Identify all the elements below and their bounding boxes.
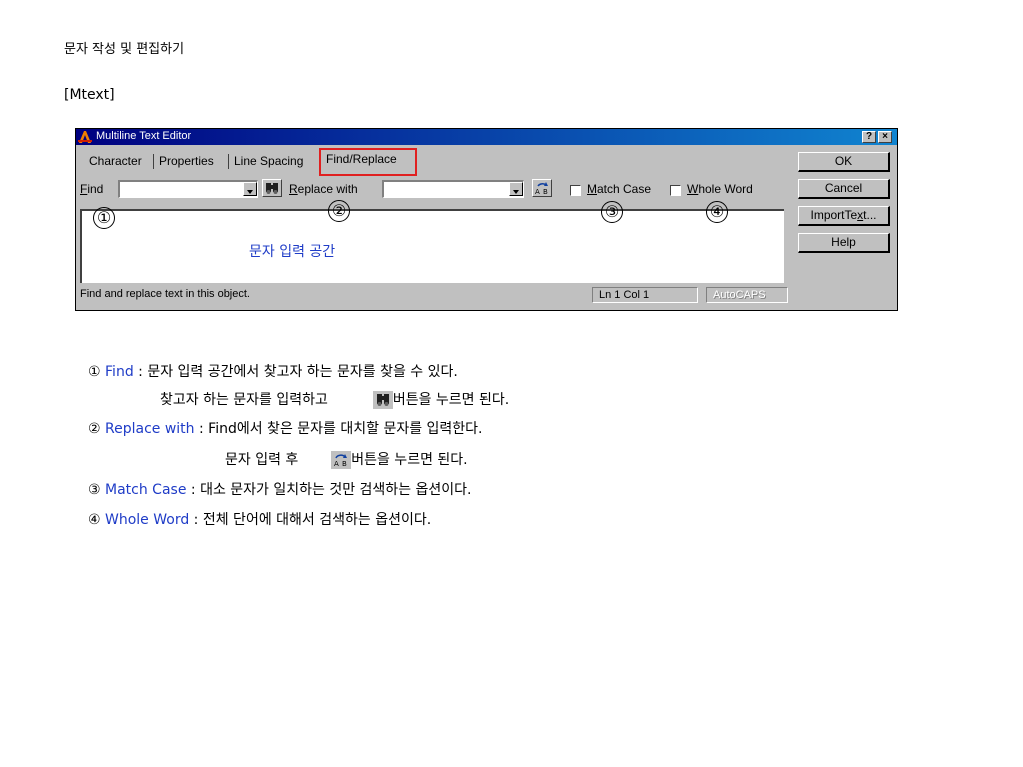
title-bar[interactable]: Multiline Text Editor ? × bbox=[76, 129, 897, 145]
svg-text:A: A bbox=[334, 460, 339, 468]
cancel-button[interactable]: Cancel bbox=[798, 179, 890, 199]
note-number: ③ bbox=[88, 482, 101, 498]
note-text: 문자 입력 후 bbox=[225, 452, 299, 468]
find-label-rest: ind bbox=[87, 182, 104, 196]
whole-word-label-rest: hole Word bbox=[698, 182, 753, 196]
note-term: Match Case bbox=[105, 482, 187, 498]
note-number: ④ bbox=[88, 512, 101, 528]
note-find: ① Find : 문자 입력 공간에서 찾고자 하는 문자를 찾을 수 있다. bbox=[88, 361, 458, 381]
text-input-area[interactable]: 문자 입력 공간 bbox=[80, 209, 784, 283]
text-area-placeholder: 문자 입력 공간 bbox=[249, 244, 336, 260]
binoculars-find-icon bbox=[266, 183, 278, 194]
import-text-label: ImportTe bbox=[810, 208, 858, 222]
help-title-button[interactable]: ? bbox=[862, 131, 876, 143]
note-text: : 대소 문자가 일치하는 것만 검색하는 옵션이다. bbox=[186, 482, 472, 498]
find-label: Find bbox=[80, 182, 103, 196]
whole-word-checkbox[interactable] bbox=[670, 185, 681, 196]
whole-word-mnemonic: W bbox=[687, 182, 699, 196]
tab-character[interactable]: Character bbox=[89, 153, 142, 170]
note-text: : Find에서 찾은 문자를 대치할 문자를 입력한다. bbox=[194, 421, 483, 437]
svg-text:B: B bbox=[342, 460, 347, 468]
tab-properties[interactable]: Properties bbox=[159, 153, 214, 170]
note-text: : 전체 단어에 대해서 검색하는 옵션이다. bbox=[189, 512, 432, 528]
replace-label: Replace with bbox=[289, 182, 358, 196]
marker-2: ② bbox=[328, 200, 350, 222]
replace-label-rest: eplace with bbox=[297, 182, 358, 196]
chevron-down-icon bbox=[247, 190, 253, 194]
tab-divider bbox=[153, 154, 154, 169]
note-whole-word: ④ Whole Word : 전체 단어에 대해서 검색하는 옵션이다. bbox=[88, 509, 431, 529]
replace-dropdown-button[interactable] bbox=[509, 182, 523, 196]
marker-3: ③ bbox=[601, 201, 623, 223]
note-text: 버튼을 누르면 된다. bbox=[351, 452, 468, 468]
binoculars-find-icon bbox=[372, 391, 393, 409]
help-button[interactable]: Help bbox=[798, 233, 890, 253]
find-binoculars-button[interactable] bbox=[262, 179, 282, 197]
marker-1: ① bbox=[93, 207, 115, 229]
import-text-button[interactable]: ImportText... bbox=[798, 206, 890, 226]
note-text: 버튼을 누르면 된다. bbox=[392, 392, 510, 408]
note-match-case: ③ Match Case : 대소 문자가 일치하는 것만 검색하는 옵션이다. bbox=[88, 479, 472, 499]
match-case-label-rest: atch Case bbox=[597, 182, 652, 196]
replace-combo[interactable] bbox=[382, 180, 524, 198]
find-dropdown-button[interactable] bbox=[243, 182, 257, 196]
note-text: 찾고자 하는 문자를 입력하고 bbox=[160, 392, 328, 408]
match-case-label[interactable]: Match Case bbox=[587, 182, 651, 196]
replace-mnemonic: R bbox=[289, 182, 298, 196]
whole-word-label[interactable]: Whole Word bbox=[687, 182, 753, 196]
page-heading: 문자 작성 및 편집하기 bbox=[64, 42, 185, 57]
note-replace-detail: 문자 입력 후 A B 버튼을 누르면 된다. bbox=[225, 449, 468, 469]
tab-line-spacing[interactable]: Line Spacing bbox=[234, 153, 303, 170]
match-case-checkbox[interactable] bbox=[570, 185, 581, 196]
match-case-mnemonic: M bbox=[587, 182, 597, 196]
section-tag: [Mtext] bbox=[64, 87, 115, 103]
autocad-app-icon bbox=[78, 131, 92, 143]
chevron-down-icon bbox=[513, 190, 519, 194]
note-find-detail: 찾고자 하는 문자를 입력하고 버튼을 누르면 된다. bbox=[160, 389, 509, 409]
multiline-text-editor-dialog: Multiline Text Editor ? × Character Prop… bbox=[75, 128, 898, 311]
status-text: Find and replace text in this object. bbox=[80, 288, 250, 300]
note-term: Whole Word bbox=[105, 512, 190, 528]
find-replace-ab-icon: A B bbox=[535, 182, 548, 196]
close-title-button[interactable]: × bbox=[878, 131, 892, 143]
svg-text:A: A bbox=[535, 188, 540, 196]
note-number: ① bbox=[88, 364, 101, 380]
find-combo[interactable] bbox=[118, 180, 258, 198]
note-number: ② bbox=[88, 421, 101, 437]
note-term: Find bbox=[105, 364, 134, 380]
note-term: Replace with bbox=[105, 421, 195, 437]
svg-text:B: B bbox=[543, 188, 548, 196]
tab-find-replace[interactable]: Find/Replace bbox=[326, 151, 397, 168]
import-text-suffix: t... bbox=[863, 208, 877, 222]
ok-button[interactable]: OK bbox=[798, 152, 890, 172]
find-replace-ab-icon: A B bbox=[331, 451, 352, 469]
dialog-title: Multiline Text Editor bbox=[96, 130, 192, 142]
marker-4: ④ bbox=[706, 201, 728, 223]
replace-button[interactable]: A B bbox=[532, 179, 552, 197]
note-replace: ② Replace with : Find에서 찾은 문자를 대치할 문자를 입… bbox=[88, 418, 483, 438]
autocaps-indicator: AutoCAPS bbox=[706, 287, 788, 303]
cursor-position: Ln 1 Col 1 bbox=[592, 287, 698, 303]
tab-divider bbox=[228, 154, 229, 169]
note-text: : 문자 입력 공간에서 찾고자 하는 문자를 찾을 수 있다. bbox=[133, 364, 458, 380]
